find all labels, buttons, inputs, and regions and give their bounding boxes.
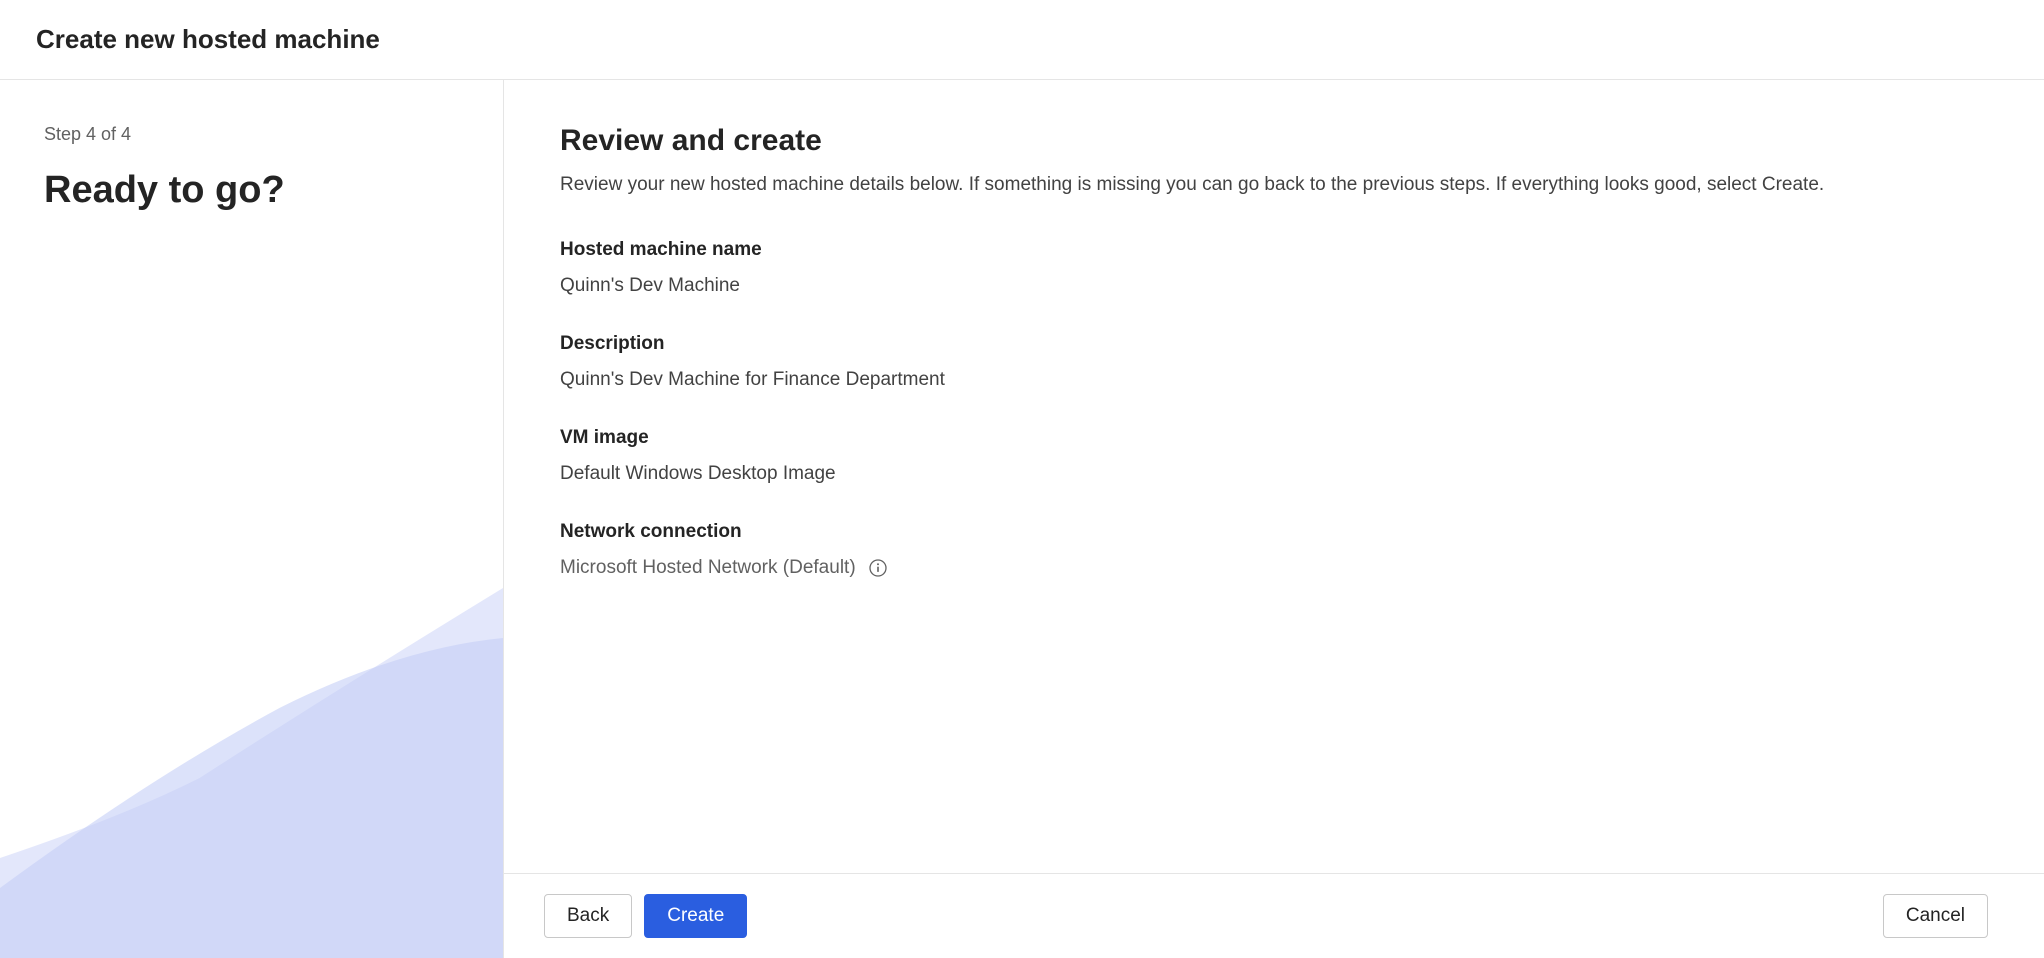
wizard-sidebar: Step 4 of 4 Ready to go? — [0, 80, 504, 958]
review-title: Review and create — [560, 124, 1988, 158]
value-description: Quinn's Dev Machine for Finance Departme… — [560, 369, 1988, 391]
value-hosted-machine-name: Quinn's Dev Machine — [560, 275, 1988, 297]
page-title: Create new hosted machine — [36, 24, 2008, 55]
field-vm-image: VM image Default Windows Desktop Image — [560, 427, 1988, 485]
value-vm-image: Default Windows Desktop Image — [560, 463, 1988, 485]
label-description: Description — [560, 333, 1988, 355]
label-network-connection: Network connection — [560, 521, 1988, 543]
sidebar-title: Ready to go? — [44, 169, 459, 212]
review-content: Review and create Review your new hosted… — [504, 80, 2044, 873]
cancel-button[interactable]: Cancel — [1883, 894, 1988, 938]
value-network-connection: Microsoft Hosted Network (Default) — [560, 557, 1988, 579]
label-hosted-machine-name: Hosted machine name — [560, 239, 1988, 261]
content-area: Step 4 of 4 Ready to go? Review and crea… — [0, 80, 2044, 958]
create-button[interactable]: Create — [644, 894, 747, 938]
review-subtitle: Review your new hosted machine details b… — [560, 172, 1988, 199]
value-network-text: Microsoft Hosted Network (Default) — [560, 557, 856, 579]
field-description: Description Quinn's Dev Machine for Fina… — [560, 333, 1988, 391]
wizard-footer: Back Create Cancel — [504, 873, 2044, 958]
field-hosted-machine-name: Hosted machine name Quinn's Dev Machine — [560, 239, 1988, 297]
label-vm-image: VM image — [560, 427, 1988, 449]
page-header: Create new hosted machine — [0, 0, 2044, 80]
field-network-connection: Network connection Microsoft Hosted Netw… — [560, 521, 1988, 579]
back-button[interactable]: Back — [544, 894, 632, 938]
info-icon[interactable] — [868, 558, 888, 578]
decorative-wave — [0, 578, 503, 958]
step-indicator: Step 4 of 4 — [44, 124, 459, 145]
main-panel: Review and create Review your new hosted… — [504, 80, 2044, 958]
